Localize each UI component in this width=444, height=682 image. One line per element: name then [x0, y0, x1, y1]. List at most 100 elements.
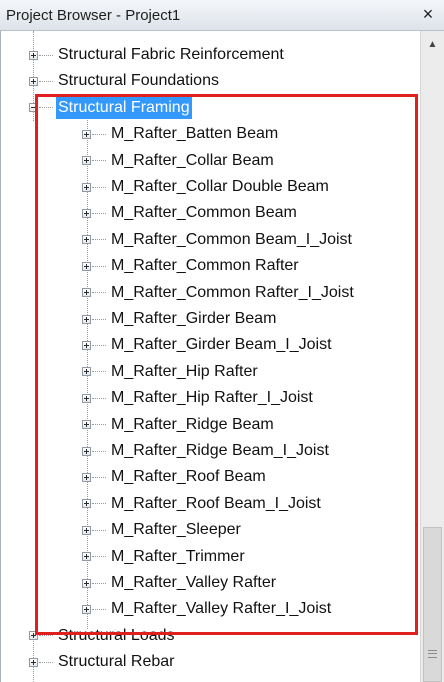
tree-connector — [92, 212, 106, 214]
tree-connector — [92, 529, 106, 531]
window-title: Project Browser - Project1 — [6, 7, 181, 24]
tree-connector — [92, 503, 106, 505]
tree-family-item[interactable]: M_Rafter_Hip Rafter — [82, 359, 260, 385]
tree-family-item[interactable]: M_Rafter_Collar Double Beam — [82, 174, 331, 200]
tree-item-label[interactable]: Structural Rebar — [56, 651, 177, 673]
tree-category-item[interactable]: Structural Foundations — [29, 68, 221, 94]
tree-item-label[interactable]: M_Rafter_Valley Rafter — [109, 572, 278, 594]
tree-family-item[interactable]: M_Rafter_Batten Beam — [82, 121, 280, 147]
tree-item-label[interactable]: M_Rafter_Sleeper — [109, 519, 243, 541]
expand-icon[interactable] — [82, 129, 91, 139]
tree-connector — [92, 186, 106, 188]
tree-family-item[interactable]: M_Rafter_Valley Rafter_I_Joist — [82, 596, 333, 622]
tree-connector — [92, 608, 106, 610]
expand-icon[interactable] — [29, 631, 38, 641]
grip-icon — [428, 650, 437, 658]
expand-icon[interactable] — [82, 578, 91, 588]
tree-connector — [92, 476, 106, 478]
expand-icon[interactable] — [82, 472, 91, 482]
tree-category-item[interactable]: Structural Rebar — [29, 649, 177, 675]
tree-item-label[interactable]: M_Rafter_Common Beam_I_Joist — [109, 229, 354, 251]
expand-icon[interactable] — [82, 156, 91, 166]
tree-family-item[interactable]: M_Rafter_Common Rafter_I_Joist — [82, 280, 356, 306]
tree-family-item[interactable]: M_Rafter_Roof Beam — [82, 464, 268, 490]
tree-connector — [92, 582, 106, 584]
close-icon[interactable]: × — [418, 4, 438, 25]
expand-icon[interactable] — [82, 393, 91, 403]
expand-icon[interactable] — [82, 604, 91, 614]
tree-item-label[interactable]: M_Rafter_Common Rafter_I_Joist — [109, 282, 356, 304]
tree-connector — [39, 80, 53, 82]
tree-item-label[interactable]: M_Rafter_Hip Rafter — [109, 361, 260, 383]
tree-family-item[interactable]: M_Rafter_Roof Beam_I_Joist — [82, 491, 323, 517]
tree-family-item[interactable]: M_Rafter_Hip Rafter_I_Joist — [82, 385, 315, 411]
tree-connector — [39, 54, 53, 56]
tree-family-item[interactable]: M_Rafter_Common Beam_I_Joist — [82, 227, 354, 253]
expand-icon[interactable] — [82, 552, 91, 562]
tree-connector — [39, 635, 53, 637]
tree-item-label[interactable]: M_Rafter_Collar Double Beam — [109, 176, 331, 198]
expand-icon[interactable] — [82, 340, 91, 350]
expand-icon[interactable] — [82, 525, 91, 535]
expand-icon[interactable] — [82, 367, 91, 377]
scroll-thumb[interactable] — [423, 527, 442, 682]
tree-category-item[interactable]: Structural Loads — [29, 623, 177, 649]
tree-item-label[interactable]: M_Rafter_Collar Beam — [109, 150, 276, 172]
vertical-scrollbar[interactable]: ▲ — [420, 31, 444, 682]
tree-family-item[interactable]: M_Rafter_Valley Rafter — [82, 570, 278, 596]
expand-icon[interactable] — [82, 208, 91, 218]
title-bar: Project Browser - Project1 × — [0, 0, 444, 31]
tree-category-item[interactable]: Structural Framing — [29, 95, 192, 121]
expand-icon[interactable] — [82, 420, 91, 430]
tree-item-label[interactable]: Structural Fabric Reinforcement — [56, 44, 286, 66]
tree-item-label[interactable]: M_Rafter_Hip Rafter_I_Joist — [109, 387, 315, 409]
expand-icon[interactable] — [82, 314, 91, 324]
tree-item-label[interactable]: M_Rafter_Trimmer — [109, 546, 247, 568]
tree-family-item[interactable]: M_Rafter_Girder Beam_I_Joist — [82, 332, 334, 358]
tree-connector — [92, 371, 106, 373]
tree-item-label[interactable]: Structural Framing — [56, 96, 192, 119]
tree-item-label[interactable]: Structural Loads — [56, 625, 177, 647]
tree-family-item[interactable]: M_Rafter_Ridge Beam — [82, 412, 276, 438]
tree-item-label[interactable]: M_Rafter_Girder Beam_I_Joist — [109, 334, 334, 356]
tree-item-label[interactable]: M_Rafter_Ridge Beam — [109, 414, 276, 436]
tree-connector — [92, 344, 106, 346]
tree-item-label[interactable]: M_Rafter_Batten Beam — [109, 123, 280, 145]
tree-family-item[interactable]: M_Rafter_Ridge Beam_I_Joist — [82, 438, 331, 464]
tree-family-item[interactable]: M_Rafter_Collar Beam — [82, 148, 276, 174]
tree-connector — [92, 397, 106, 399]
expand-icon[interactable] — [82, 182, 91, 192]
scroll-up-arrow-icon[interactable]: ▲ — [421, 31, 444, 55]
tree-item-label[interactable]: M_Rafter_Roof Beam_I_Joist — [109, 493, 323, 515]
expand-icon[interactable] — [29, 50, 38, 60]
tree-family-item[interactable]: M_Rafter_Sleeper — [82, 517, 243, 543]
expand-icon[interactable] — [29, 657, 38, 667]
expand-icon[interactable] — [82, 235, 91, 245]
tree-item-label[interactable]: Structural Foundations — [56, 70, 221, 92]
tree-family-item[interactable]: M_Rafter_Girder Beam — [82, 306, 278, 332]
tree-connector — [92, 265, 106, 267]
tree-connector — [92, 292, 106, 294]
expand-icon[interactable] — [82, 288, 91, 298]
tree-family-item[interactable]: M_Rafter_Common Beam — [82, 200, 299, 226]
tree-family-item[interactable]: M_Rafter_Common Rafter — [82, 253, 301, 279]
tree-family-item[interactable]: M_Rafter_Trimmer — [82, 544, 247, 570]
tree-connector — [39, 107, 53, 109]
tree-item-label[interactable]: M_Rafter_Roof Beam — [109, 466, 268, 488]
tree-connector — [92, 160, 106, 162]
tree-item-label[interactable]: M_Rafter_Girder Beam — [109, 308, 278, 330]
expand-icon[interactable] — [29, 76, 38, 86]
collapse-icon[interactable] — [29, 103, 38, 113]
expand-icon[interactable] — [82, 499, 91, 509]
tree-item-label[interactable]: M_Rafter_Ridge Beam_I_Joist — [109, 440, 331, 462]
tree-connector — [92, 133, 106, 135]
tree-connector — [39, 661, 53, 663]
tree-connector — [92, 556, 106, 558]
tree-item-label[interactable]: M_Rafter_Common Beam — [109, 202, 299, 224]
expand-icon[interactable] — [82, 261, 91, 271]
tree-category-item[interactable]: Structural Fabric Reinforcement — [29, 42, 286, 68]
expand-icon[interactable] — [82, 446, 91, 456]
tree-item-label[interactable]: M_Rafter_Valley Rafter_I_Joist — [109, 598, 333, 620]
tree-item-label[interactable]: M_Rafter_Common Rafter — [109, 255, 301, 277]
tree-connector — [92, 318, 106, 320]
